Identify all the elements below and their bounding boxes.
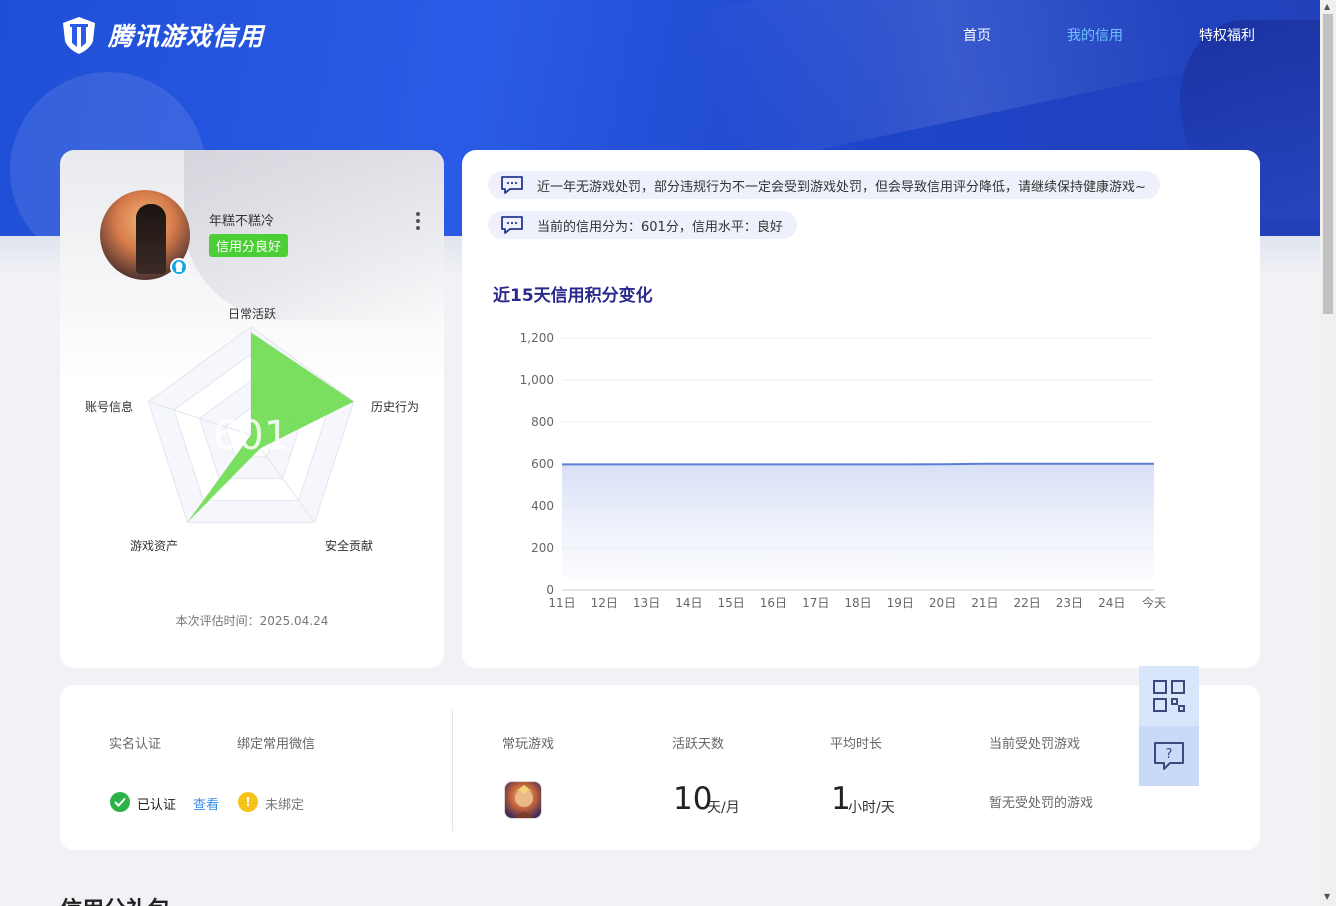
account-stats-card: 实名认证 绑定常用微信 已认证 查看 ! 未绑定 常玩游戏 活跃天数 10 天/… [60, 685, 1260, 850]
side-toolbar: ? [1139, 666, 1199, 786]
notice-no-penalty: 近一年无游戏处罚，部分违规行为不一定会受到游戏处罚，但会导致信用评分降低，请继续… [488, 171, 1160, 199]
wechat-status: 未绑定 [265, 798, 305, 813]
punished-games-value: 暂无受处罚的游戏 [989, 796, 1094, 811]
message-icon [501, 176, 523, 194]
scroll-down-arrow-icon[interactable]: ▼ [1324, 892, 1330, 901]
credit-line-chart: 0 200 400 600 800 1,000 1,200 11日 12日 13日 14日 15日 1… [520, 331, 1166, 610]
active-days-label: 活跃天数 [672, 737, 725, 752]
x-tick-label: 12日 [591, 596, 618, 610]
qq-icon [170, 258, 188, 276]
y-tick-label: 200 [531, 541, 554, 555]
y-tick-label: 1,000 [520, 373, 554, 387]
radar-chart: 601 [147, 326, 355, 523]
help-icon: ? [1154, 742, 1184, 770]
scrollbar-thumb[interactable] [1323, 14, 1333, 314]
chart-area-fill [562, 463, 1154, 578]
notice-text: 当前的信用分为：601分，信用水平：良好 [537, 219, 783, 235]
x-tick-label: 22日 [1014, 596, 1041, 610]
nav-my-credit[interactable]: 我的信用 [1067, 25, 1123, 45]
x-tick-label: 13日 [633, 596, 660, 610]
qrcode-icon [1153, 680, 1185, 712]
realname-label: 实名认证 [109, 737, 162, 752]
logo[interactable]: 腾讯游戏信用 [60, 15, 264, 55]
shield-logo-icon [63, 17, 95, 54]
fav-game-label: 常玩游戏 [502, 737, 555, 752]
x-tick-label: 18日 [844, 596, 871, 610]
x-tick-label: 20日 [929, 596, 956, 610]
realname-status: 已认证 [137, 798, 177, 813]
chart-series-line [562, 462, 1154, 466]
y-tick-label: 0 [546, 583, 554, 597]
message-icon [501, 216, 523, 234]
notice-text: 近一年无游戏处罚，部分违规行为不一定会受到游戏处罚，但会导致信用评分降低，请继续… [537, 179, 1146, 195]
stats-divider [452, 709, 453, 831]
x-tick-label: 23日 [1056, 596, 1083, 610]
credit-score: 601 [213, 413, 289, 459]
y-tick-label: 800 [531, 415, 554, 429]
svg-text:?: ? [1166, 747, 1173, 762]
active-days-unit: 天/月 [707, 800, 740, 816]
nav-privileges[interactable]: 特权福利 [1199, 25, 1255, 45]
x-tick-label: 14日 [675, 596, 702, 610]
y-tick-label: 1,200 [520, 331, 554, 345]
qrcode-button[interactable] [1139, 666, 1199, 726]
username: 年糕不糕冷 [209, 214, 275, 229]
y-tick-label: 600 [531, 457, 554, 471]
avg-time-label: 平均时长 [830, 737, 883, 752]
scroll-up-arrow-icon[interactable]: ▲ [1324, 2, 1330, 11]
page-scrollbar[interactable]: ▲ ▼ [1320, 0, 1336, 906]
x-tick-label: 24日 [1098, 596, 1125, 610]
radar-label-daily-active: 日常活跃 [228, 307, 277, 321]
nav-home[interactable]: 首页 [963, 25, 991, 45]
warning-icon: ! [238, 792, 258, 812]
punished-games-label: 当前受处罚游戏 [989, 737, 1081, 752]
x-tick-label: 19日 [887, 596, 914, 610]
logo-text: 腾讯游戏信用 [108, 22, 265, 51]
section-title-gift-pack: 信用分礼包 [60, 892, 170, 906]
game-icon[interactable] [504, 781, 542, 819]
x-tick-label: 16日 [760, 596, 787, 610]
view-realname-link[interactable]: 查看 [193, 794, 219, 813]
x-tick-label: 17日 [802, 596, 829, 610]
radar-label-security: 安全贡献 [325, 539, 374, 553]
notice-current-score: 当前的信用分为：601分，信用水平：良好 [488, 211, 797, 239]
credit-chart-card: 近一年无游戏处罚，部分违规行为不一定会受到游戏处罚，但会导致信用评分降低，请继续… [462, 150, 1260, 668]
check-icon [110, 792, 130, 812]
x-tick-label: 11日 [548, 596, 575, 610]
chart-title: 近15天信用积分变化 [493, 286, 653, 306]
help-button[interactable]: ? [1139, 726, 1199, 786]
radar-label-assets: 游戏资产 [130, 539, 179, 553]
banner-decor-streak [688, 0, 1212, 171]
wechat-label: 绑定常用微信 [237, 737, 316, 752]
radar-label-history: 历史行为 [371, 400, 420, 414]
x-tick-label: 15日 [718, 596, 745, 610]
profile-card: 年糕不糕冷 信用分良好 601 日常活跃 历史行为 安全贡献 游戏资产 账号信息… [60, 150, 444, 668]
evaluation-time: 本次评估时间：2025.04.24 [175, 614, 329, 628]
avg-time-unit: 小时/天 [848, 800, 895, 816]
x-tick-label: 21日 [971, 596, 998, 610]
more-options-icon[interactable] [414, 212, 422, 232]
avatar-figure [136, 204, 166, 274]
x-tick-label: 今天 [1142, 595, 1166, 610]
credit-level-badge: 信用分良好 [209, 234, 289, 257]
radar-label-account: 账号信息 [85, 400, 134, 414]
y-tick-label: 400 [531, 499, 554, 513]
